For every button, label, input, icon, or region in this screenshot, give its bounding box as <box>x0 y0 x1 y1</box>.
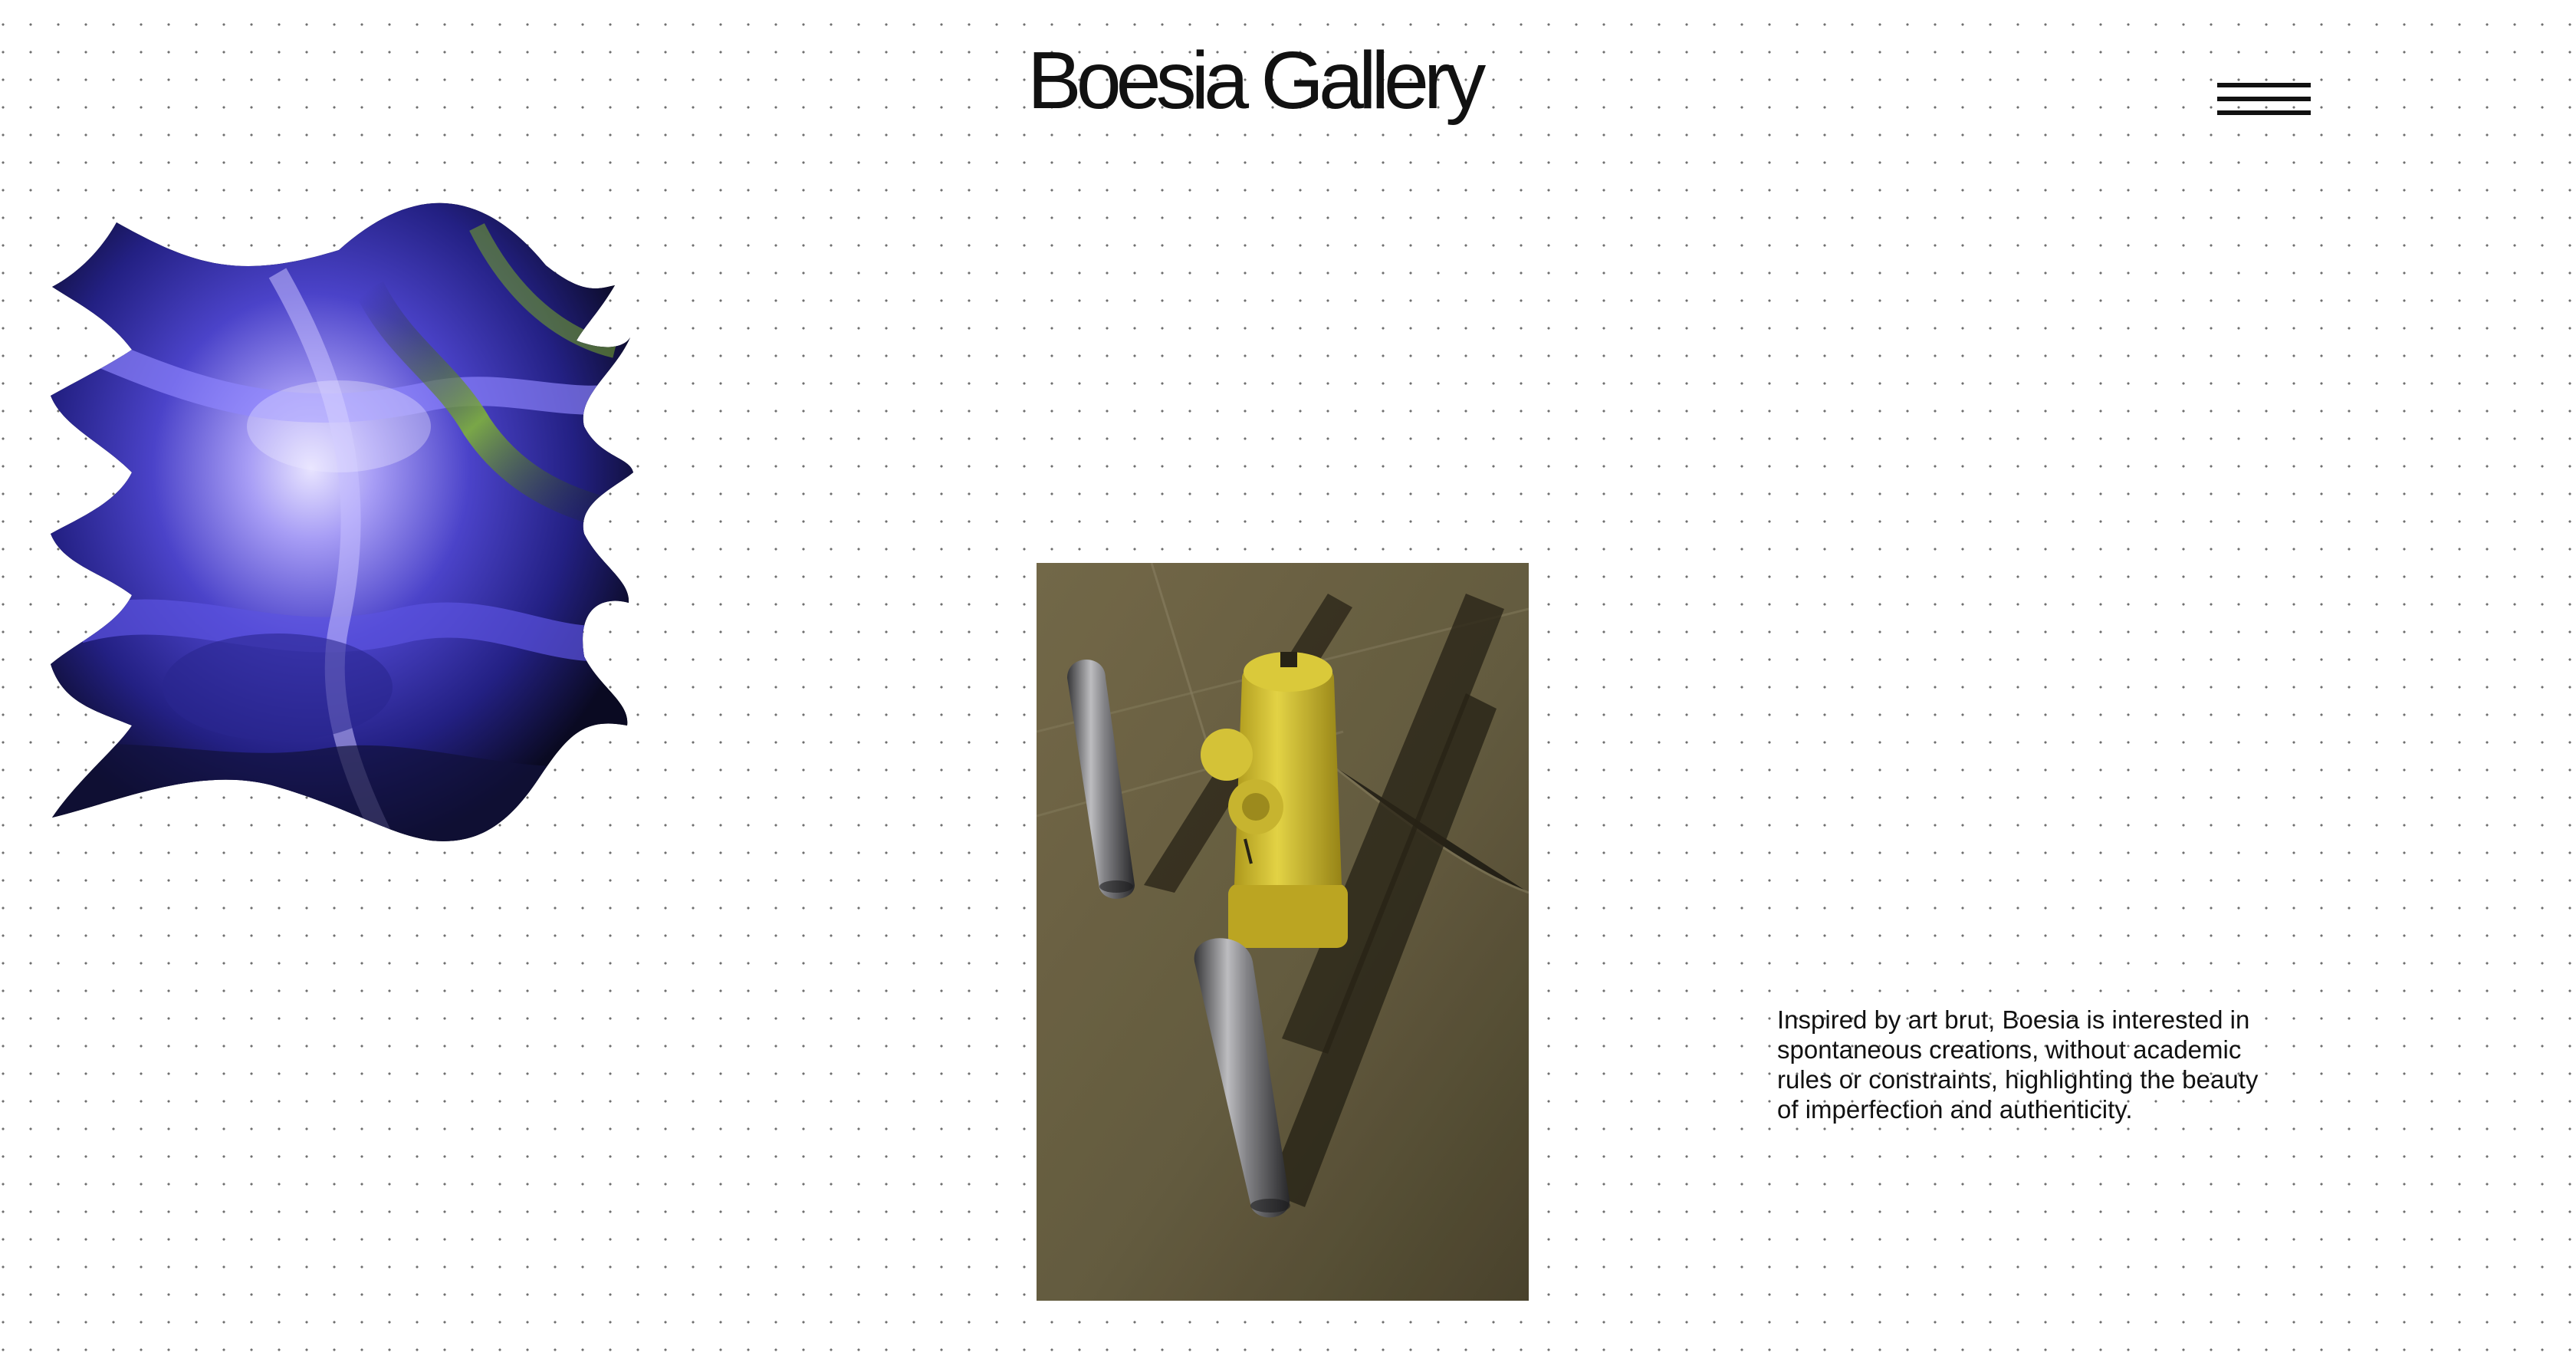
hamburger-menu-icon-line-top <box>2217 83 2311 87</box>
abstract-blur-artwork-image <box>51 202 633 841</box>
hamburger-menu-icon-line-bottom <box>2217 110 2311 115</box>
abstract-blur-artwork[interactable] <box>48 196 633 845</box>
menu-button[interactable] <box>2217 80 2311 123</box>
yellow-fire-hydrant-photo[interactable] <box>1037 563 1529 1301</box>
site-title[interactable]: Boesia Gallery <box>1027 40 1486 121</box>
gallery-description: Inspired by art brut, Boesia is interest… <box>1777 1005 2259 1124</box>
hamburger-menu-icon-line-middle <box>2217 97 2311 101</box>
yellow-fire-hydrant-image <box>1037 563 1529 1301</box>
